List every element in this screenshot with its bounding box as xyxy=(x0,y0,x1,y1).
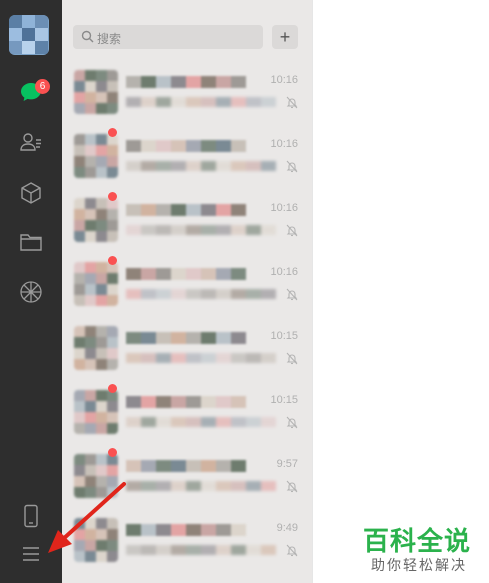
chat-name-redacted xyxy=(126,460,246,472)
mute-bell-icon xyxy=(286,96,298,114)
mute-bell-icon xyxy=(286,352,298,370)
chat-name-redacted xyxy=(126,204,246,216)
unread-badge: 6 xyxy=(35,79,50,94)
add-button[interactable]: + xyxy=(272,25,298,49)
search-placeholder: 搜索 xyxy=(97,32,122,46)
mute-bell-icon xyxy=(286,160,298,178)
chat-list-item[interactable]: 10:16 xyxy=(62,190,312,254)
chat-avatar xyxy=(74,390,118,434)
unread-dot xyxy=(108,384,117,393)
chat-preview-redacted xyxy=(126,417,276,427)
chat-name-redacted xyxy=(126,396,246,408)
chat-list-item[interactable]: 10:16 xyxy=(62,62,312,126)
chat-preview-redacted xyxy=(126,353,276,363)
chat-name-redacted xyxy=(126,140,246,152)
contacts-icon[interactable] xyxy=(18,129,44,155)
chat-content-area xyxy=(312,0,489,583)
chat-avatar xyxy=(74,198,118,242)
chat-avatar xyxy=(74,134,118,178)
mute-bell-icon xyxy=(286,544,298,562)
phone-icon[interactable] xyxy=(18,503,44,529)
chat-name-redacted xyxy=(126,268,246,280)
chat-avatar xyxy=(74,262,118,306)
folder-icon[interactable] xyxy=(18,229,44,255)
moments-icon[interactable] xyxy=(18,279,44,305)
watermark-main: 百科全说 xyxy=(363,527,472,557)
chat-avatar xyxy=(74,454,118,498)
mute-bell-icon xyxy=(286,224,298,242)
chat-list-item[interactable]: 10:15 xyxy=(62,318,312,382)
chat-list-item[interactable]: 9:57 xyxy=(62,446,312,510)
chat-list: 搜索 + 10:16 10:16 10:16 10:16 10:15 10:15 9:57 9… xyxy=(62,0,312,583)
chat-avatar xyxy=(74,518,118,562)
chat-time: 10:15 xyxy=(270,394,298,406)
chat-preview-redacted xyxy=(126,161,276,171)
chat-time: 9:49 xyxy=(276,522,298,534)
chat-time: 10:16 xyxy=(270,266,298,278)
user-avatar[interactable] xyxy=(9,15,49,55)
chat-list-item[interactable]: 9:49 xyxy=(62,510,312,574)
chat-avatar xyxy=(74,326,118,370)
menu-icon[interactable] xyxy=(18,541,44,567)
watermark: 百科全说 助你轻松解决 xyxy=(357,519,479,577)
chat-time: 10:16 xyxy=(270,202,298,214)
mute-bell-icon xyxy=(286,480,298,498)
chat-preview-redacted xyxy=(126,225,276,235)
chat-preview-redacted xyxy=(126,97,276,107)
chat-preview-redacted xyxy=(126,545,276,555)
mini-program-icon[interactable] xyxy=(18,180,44,206)
chat-preview-redacted xyxy=(126,289,276,299)
search-box[interactable]: 搜索 xyxy=(73,25,263,49)
chat-time: 10:16 xyxy=(270,138,298,150)
unread-dot xyxy=(108,128,117,137)
chat-time: 10:15 xyxy=(270,330,298,342)
chat-preview-redacted xyxy=(126,481,276,491)
search-icon xyxy=(81,30,94,43)
mute-bell-icon xyxy=(286,416,298,434)
sidebar: 6 xyxy=(0,0,62,583)
unread-dot xyxy=(108,192,117,201)
chat-avatar xyxy=(74,70,118,114)
mute-bell-icon xyxy=(286,288,298,306)
unread-dot xyxy=(108,256,117,265)
chat-name-redacted xyxy=(126,332,246,344)
chat-name-redacted xyxy=(126,524,246,536)
chat-name-redacted xyxy=(126,76,246,88)
watermark-sub: 助你轻松解决 xyxy=(371,558,467,574)
chat-list-item[interactable]: 10:15 xyxy=(62,382,312,446)
chat-time: 10:16 xyxy=(270,74,298,86)
unread-dot xyxy=(108,448,117,457)
chat-list-item[interactable]: 10:16 xyxy=(62,126,312,190)
chat-time: 9:57 xyxy=(276,458,298,470)
chat-list-item[interactable]: 10:16 xyxy=(62,254,312,318)
